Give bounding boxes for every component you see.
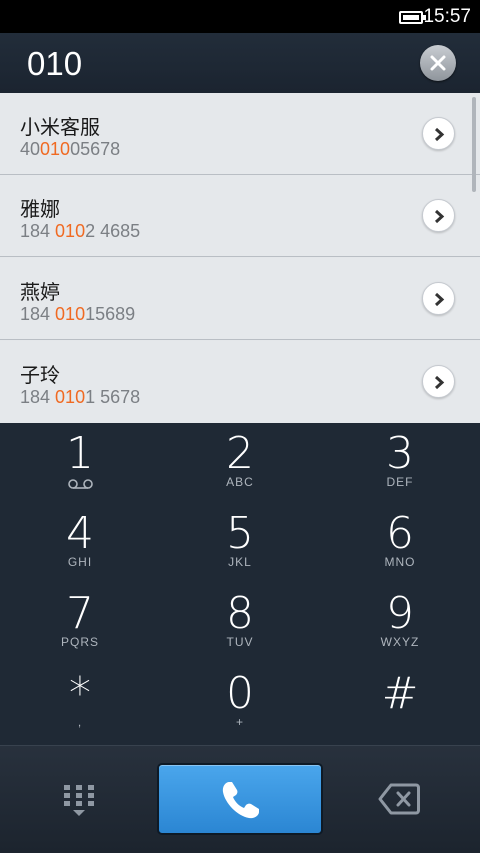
key-6[interactable]: 6 MNO: [320, 503, 480, 583]
list-item[interactable]: 小米客服 4001005678: [0, 93, 480, 175]
key-0[interactable]: 0 +: [160, 663, 320, 743]
contact-number: 4001005678: [20, 139, 121, 159]
match-highlight: 010: [55, 304, 86, 324]
clear-button[interactable]: [420, 45, 456, 81]
contact-detail-button[interactable]: [422, 282, 455, 315]
battery-icon: [399, 11, 426, 24]
key-star[interactable]: * ,: [0, 663, 160, 743]
scrollbar[interactable]: [472, 97, 476, 192]
status-bar: 15:57: [0, 0, 480, 33]
dialed-number[interactable]: 010: [27, 45, 82, 83]
match-highlight: 010: [55, 387, 86, 407]
dial-header: 010: [0, 33, 480, 93]
contact-number: 184 01015689: [20, 304, 136, 324]
contact-name: 子玲: [20, 363, 60, 387]
chevron-right-icon: [434, 127, 445, 142]
chevron-right-icon: [434, 375, 445, 390]
dialer-action-bar: [0, 745, 480, 853]
key-5[interactable]: 5 JKL: [160, 503, 320, 583]
contact-detail-button[interactable]: [422, 117, 455, 150]
status-time: 15:57: [423, 6, 471, 27]
contact-number: 184 0102 4685: [20, 221, 141, 241]
call-button[interactable]: [157, 763, 323, 835]
match-highlight: 010: [40, 139, 71, 159]
contact-name: 燕婷: [20, 280, 60, 304]
contact-number: 184 0101 5678: [20, 387, 141, 407]
chevron-right-icon: [434, 209, 445, 224]
contact-name: 小米客服: [20, 115, 100, 139]
key-2[interactable]: 2 ABC: [160, 423, 320, 503]
match-highlight: 010: [55, 221, 86, 241]
dialpad-icon[interactable]: [58, 782, 100, 822]
key-7[interactable]: 7 PQRS: [0, 583, 160, 663]
close-icon: [430, 55, 446, 71]
dial-keypad: 1 2 ABC 3 DEF 4 GHI 5 JKL 6 MNO 7 PQRS 8…: [0, 423, 480, 745]
backspace-icon[interactable]: [378, 782, 420, 816]
key-4[interactable]: 4 GHI: [0, 503, 160, 583]
voicemail-icon: [68, 479, 93, 489]
key-hash[interactable]: #: [320, 663, 480, 743]
contact-detail-button[interactable]: [422, 199, 455, 232]
phone-icon: [222, 782, 259, 819]
key-8[interactable]: 8 TUV: [160, 583, 320, 663]
chevron-right-icon: [434, 292, 445, 307]
list-item[interactable]: 子玲 184 0101 5678: [0, 341, 480, 423]
list-item[interactable]: 雅娜 184 0102 4685: [0, 175, 480, 257]
list-item[interactable]: 燕婷 184 01015689: [0, 258, 480, 340]
contact-name: 雅娜: [20, 197, 60, 221]
contact-detail-button[interactable]: [422, 365, 455, 398]
key-9[interactable]: 9 WXYZ: [320, 583, 480, 663]
contact-results: 小米客服 4001005678 雅娜 184 0102 4685 燕婷 184 …: [0, 93, 480, 423]
key-3[interactable]: 3 DEF: [320, 423, 480, 503]
key-1[interactable]: 1: [0, 423, 160, 503]
